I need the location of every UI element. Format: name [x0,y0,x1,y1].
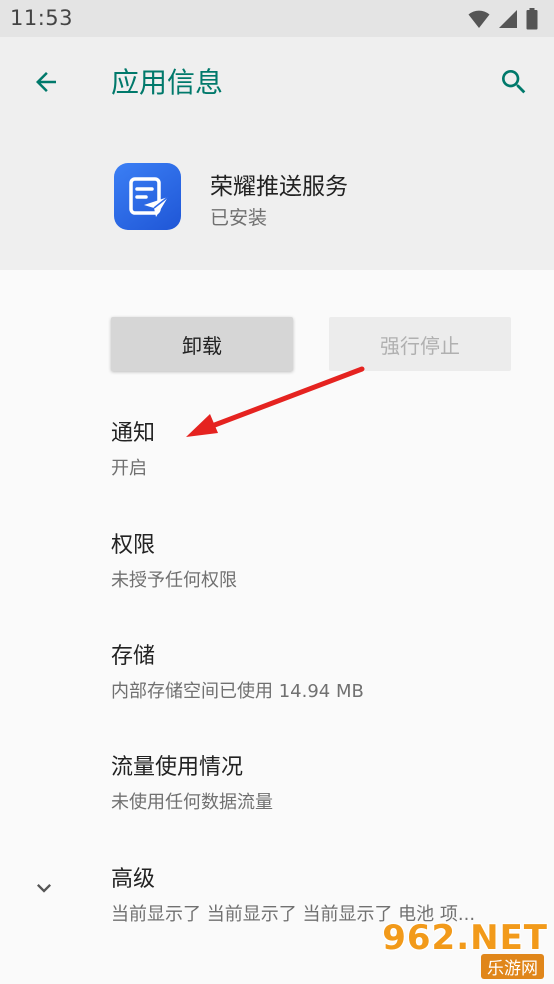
app-install-status: 已安装 [210,207,268,229]
search-icon [502,70,526,94]
chevron-down-icon[interactable] [30,874,58,902]
item-subtitle: 开启 [111,458,147,479]
status-time: 11:53 [10,6,74,30]
list-item-permissions[interactable]: 权限 未授予任何权限 [111,527,531,592]
wifi-icon [468,10,490,28]
app-name: 荣耀推送服务 [210,174,348,200]
arrow-left-icon [36,72,56,92]
list-item-advanced[interactable]: 高级 当前显示了 当前显示了 当前显示了 电池 项... [111,861,536,926]
item-title: 高级 [111,867,156,892]
item-subtitle: 内部存储空间已使用 14.94 MB [111,681,364,702]
item-subtitle: 未授予任何权限 [111,570,237,591]
app-header: 应用信息 荣耀推送服务 已安装 [0,37,554,270]
list-item-storage[interactable]: 存储 内部存储空间已使用 14.94 MB [111,638,531,703]
item-title: 流量使用情况 [111,755,244,780]
watermark-logo: 962.NET 乐游网 [382,918,548,980]
back-button[interactable] [26,62,66,102]
list-item-data-usage[interactable]: 流量使用情况 未使用任何数据流量 [111,749,531,814]
page-title: 应用信息 [111,66,224,99]
item-title: 通知 [111,421,156,446]
item-subtitle: 未使用任何数据流量 [111,792,273,813]
cellular-signal-icon [499,10,517,28]
battery-icon [526,8,538,30]
force-stop-button[interactable]: 强行停止 [329,317,511,371]
watermark-brand: 962.NET [382,918,548,958]
list-item-notifications[interactable]: 通知 开启 [111,415,531,480]
item-title: 存储 [111,644,156,669]
status-bar: 11:53 [0,0,554,37]
push-service-icon [128,176,168,217]
watermark-sub: 乐游网 [481,954,544,979]
app-icon [114,163,181,230]
app-info-screen: 11:53 应用信息 荣耀推送服务 已安装 卸载 强行停止 通知 开启 权限 未… [0,0,554,984]
status-icons [468,8,538,30]
uninstall-button[interactable]: 卸载 [111,317,293,371]
item-title: 权限 [111,533,156,558]
search-button[interactable] [494,62,534,102]
